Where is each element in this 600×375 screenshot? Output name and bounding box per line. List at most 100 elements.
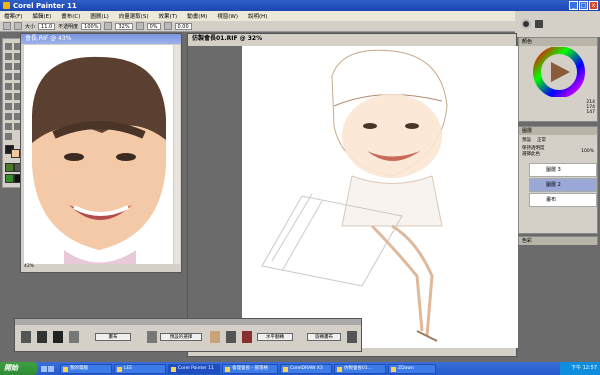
brush-variant-9-icon[interactable]	[347, 331, 357, 343]
layer-item-3-label: 圖層 3	[546, 167, 561, 173]
photo-portrait	[24, 45, 173, 265]
crop-icon[interactable]	[5, 63, 12, 70]
layers-panel: 圖層 預設 正常 保持透明度 選擇此色 100% 圖層 3 圖層 2 畫布	[518, 126, 598, 234]
caricature-sketch	[261, 49, 448, 342]
brush-selector-bar	[515, 11, 600, 37]
close-button[interactable]: x	[589, 1, 598, 10]
paint-bucket-icon[interactable]	[5, 103, 12, 110]
menu-help[interactable]: 說明(H)	[248, 12, 267, 20]
photo-status-bar: 43%	[24, 264, 180, 271]
pick-up-underlying-option[interactable]: 選擇此色	[522, 151, 545, 157]
task-sketch-file[interactable]: 仿製會長01...	[334, 363, 386, 374]
toolbox	[2, 38, 23, 188]
jitter-field[interactable]: 0.00	[174, 22, 192, 30]
menu-file[interactable]: 檔案(F)	[4, 12, 22, 20]
maximize-button[interactable]: □	[579, 1, 588, 10]
layer-item-2[interactable]: 圖層 2	[529, 178, 597, 192]
color-wheel[interactable]	[520, 47, 598, 97]
layer-adjuster-icon[interactable]	[5, 53, 12, 60]
task-zdown[interactable]: ZDown	[388, 363, 436, 374]
layer-item-canvas[interactable]: 畫布	[529, 193, 597, 207]
resat-field[interactable]: 0%	[146, 22, 161, 30]
grain-field[interactable]: 32%	[115, 22, 133, 30]
rotate-canvas-button[interactable]: 旋轉畫布	[307, 333, 341, 341]
photo-document-window: 會長.RIF @ 43% 43%	[20, 33, 182, 273]
task-blog[interactable]: 會理會長 - 部落格	[222, 363, 278, 374]
brush-variant-2-icon[interactable]	[37, 331, 47, 343]
opacity-field[interactable]: 100%	[81, 22, 102, 30]
layers-panel-title: 圖層	[519, 127, 597, 135]
brush-tool-icon[interactable]	[3, 22, 11, 30]
grain-icon	[104, 22, 113, 30]
default-selection-button[interactable]: 預設的選擇	[160, 333, 202, 341]
color-panel: 顏色 214 174 147	[518, 37, 598, 122]
clock: 下午 12:57	[571, 365, 597, 371]
brush-variant-5-icon[interactable]	[147, 331, 157, 343]
size-field[interactable]: 11.0	[38, 22, 56, 30]
brush-variant-3-icon[interactable]	[53, 331, 63, 343]
task-painter[interactable]: Corel Painter 11	[168, 363, 220, 374]
canvas-button[interactable]: 畫布	[95, 333, 131, 341]
brush-variant-8-icon[interactable]	[242, 331, 252, 343]
brush-variant-4-icon[interactable]	[69, 331, 79, 343]
task-my-computer[interactable]: 我的電腦	[60, 363, 112, 374]
rgb-values: 214 174 147	[523, 100, 595, 115]
taskbar: 開始 我的電腦 LEE Corel Painter 11 會理會長 - 部落格 …	[0, 362, 600, 375]
photo-vertical-scrollbar[interactable]	[174, 45, 180, 265]
composite-select[interactable]: 正常	[537, 137, 546, 143]
brush-variant-1-icon[interactable]	[21, 331, 31, 343]
painter-app-icon	[3, 2, 10, 9]
jitter-icon	[163, 22, 172, 30]
quick-launch-icon-1[interactable]	[41, 365, 47, 372]
sketch-document-window: 仿製會長01.RIF @ 32%	[187, 33, 518, 357]
size-label: 大小	[25, 23, 36, 30]
task-lee[interactable]: LEE	[114, 363, 166, 374]
menu-edit[interactable]: 編輯(E)	[32, 12, 51, 20]
custom-palette-header	[15, 319, 361, 325]
menu-window[interactable]: 視窗(W)	[217, 12, 238, 20]
app-title: Corel Painter 11	[13, 1, 77, 10]
layer-item-3[interactable]: 圖層 3	[529, 163, 597, 177]
start-button[interactable]: 開始	[0, 362, 38, 375]
quick-launch-icon-2[interactable]	[48, 365, 54, 372]
brush-category-icon[interactable]	[521, 19, 531, 29]
blend-mode-select[interactable]: 預設	[522, 137, 531, 143]
quick-launch	[38, 365, 58, 372]
brush-variant-6-icon[interactable]	[210, 331, 220, 343]
brush-icon[interactable]	[5, 43, 12, 50]
pattern-selector[interactable]	[5, 174, 14, 183]
menu-effects[interactable]: 效果(T)	[159, 12, 178, 20]
menu-movie[interactable]: 動畫(M)	[187, 12, 207, 20]
system-tray: 下午 12:57	[560, 362, 600, 375]
layer-item-2-label: 圖層 2	[546, 182, 561, 188]
custom-palette: 畫布 預設的選擇 水平翻轉 旋轉畫布	[14, 318, 362, 352]
task-coreldraw[interactable]: CorelDRAW X3	[280, 363, 332, 374]
photo-canvas[interactable]	[24, 45, 173, 265]
pen-icon[interactable]	[5, 93, 12, 100]
opacity-label: 不透明度	[58, 23, 79, 30]
text-icon[interactable]	[5, 83, 12, 90]
minimize-button[interactable]: _	[569, 1, 578, 10]
menu-bar: 檔案(F) 編輯(E) 畫布(C) 圖層(L) 向量選取(S) 效果(T) 動畫…	[0, 11, 600, 21]
paper-selector[interactable]	[5, 163, 14, 172]
photo-zoom-value: 43%	[24, 264, 35, 269]
menu-select[interactable]: 向量選取(S)	[119, 12, 149, 20]
brush-variant-7-icon[interactable]	[226, 331, 236, 343]
layer-item-canvas-label: 畫布	[546, 197, 557, 203]
sketch-canvas[interactable]	[242, 46, 518, 348]
extra-panel-title: 色彩	[519, 237, 597, 245]
reset-tool-icon[interactable]	[14, 22, 22, 30]
menu-canvas[interactable]: 畫布(C)	[61, 12, 80, 20]
cloner-icon[interactable]	[5, 113, 12, 120]
menu-layers[interactable]: 圖層(L)	[90, 12, 108, 20]
resat-icon	[135, 22, 144, 30]
flip-horizontal-button[interactable]: 水平翻轉	[257, 333, 293, 341]
magnifier-icon[interactable]	[5, 123, 12, 130]
brush-variant-icon[interactable]	[535, 20, 543, 28]
photo-document-title: 會長.RIF @ 43%	[21, 34, 181, 44]
blue-value: 147	[586, 110, 595, 115]
sketch-workspace-margin	[188, 46, 242, 348]
magic-wand-icon[interactable]	[5, 73, 12, 80]
rotate-page-icon[interactable]	[5, 133, 12, 140]
additional-color-swatch[interactable]	[11, 149, 20, 158]
